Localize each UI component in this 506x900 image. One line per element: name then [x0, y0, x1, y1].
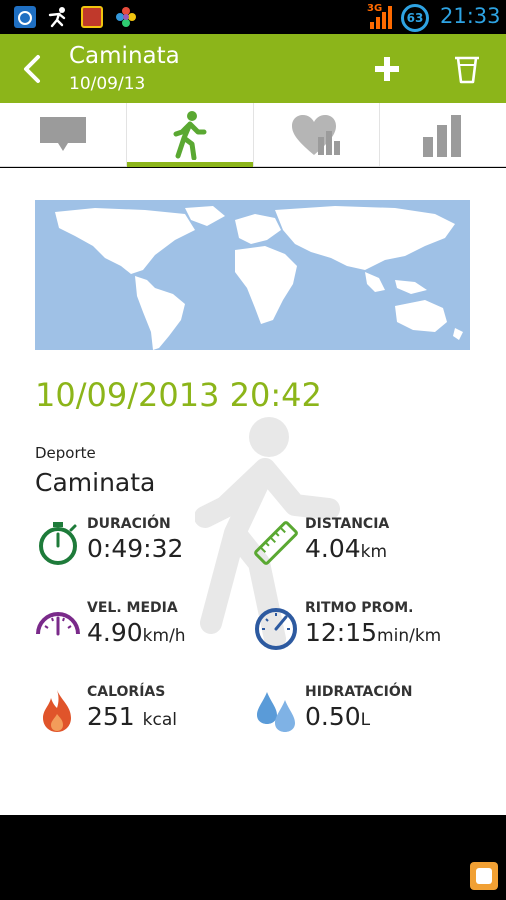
- avg-speed-label: VEL. MEDIA: [87, 600, 178, 616]
- avg-speed-value: 4.90km/h: [87, 618, 186, 647]
- flower-icon: [116, 7, 136, 27]
- pace-value: 12:15min/km: [305, 618, 442, 647]
- calories-label: CALORÍAS: [87, 684, 166, 700]
- battery-icon: 63: [401, 4, 429, 32]
- speedometer-icon: [36, 612, 80, 636]
- page-subtitle: 10/09/13: [69, 74, 146, 94]
- back-icon[interactable]: [18, 52, 48, 86]
- stat-calories: CALORÍAS 251 kcal: [35, 684, 235, 754]
- signal-icon: [370, 6, 392, 29]
- workout-detail: 10/09/2013 20:42 Deporte Caminata DURACI…: [0, 168, 506, 815]
- distance-value: 4.04km: [305, 534, 388, 563]
- ruler-icon: [254, 521, 298, 565]
- flame-icon: [43, 690, 71, 732]
- running-app-icon: [48, 7, 66, 28]
- outlook-icon: [14, 6, 36, 28]
- action-bar: Caminata 10/09/13: [0, 34, 506, 103]
- page-title: Caminata: [69, 43, 180, 69]
- walker-icon: [173, 110, 207, 160]
- stopwatch-icon: [39, 522, 77, 565]
- app-shortcut-icon[interactable]: [470, 862, 498, 890]
- sport-label: Deporte: [35, 444, 96, 462]
- tab-charts[interactable]: [380, 103, 506, 166]
- water-drops-icon: [257, 692, 295, 732]
- stat-duration: DURACIÓN 0:49:32: [35, 516, 235, 586]
- system-nav-bar: [0, 815, 506, 900]
- hydration-value: 0.50L: [305, 702, 371, 731]
- hydration-label: HIDRATACIÓN: [305, 684, 413, 700]
- speech-bubble-icon: [39, 116, 86, 151]
- stat-distance: DISTANCIA 4.04km: [253, 516, 453, 586]
- add-button[interactable]: [372, 54, 402, 84]
- tab-bar: [0, 103, 506, 167]
- game-icon: [81, 6, 103, 28]
- calories-value: 251 kcal: [87, 702, 178, 731]
- stat-pace: RITMO PROM. 12:15min/km: [253, 600, 453, 670]
- world-map: [55, 206, 463, 350]
- tab-activity[interactable]: [126, 103, 254, 167]
- gauge-icon: [255, 608, 297, 650]
- tab-comments[interactable]: [0, 103, 127, 166]
- bar-chart-icon: [423, 114, 462, 157]
- tab-heart-stats[interactable]: [254, 103, 381, 166]
- route-map[interactable]: [35, 200, 470, 350]
- heart-chart-icon: [292, 114, 341, 155]
- sport-value: Caminata: [35, 468, 156, 497]
- duration-label: DURACIÓN: [87, 516, 171, 532]
- delete-button[interactable]: [450, 52, 484, 86]
- stat-hydration: HIDRATACIÓN 0.50L: [253, 684, 453, 754]
- distance-label: DISTANCIA: [305, 516, 390, 532]
- clock: 21:33: [440, 4, 501, 28]
- stat-avg-speed: VEL. MEDIA 4.90km/h: [35, 600, 235, 670]
- pace-label: RITMO PROM.: [305, 600, 414, 616]
- workout-datetime: 10/09/2013 20:42: [35, 376, 322, 414]
- status-bar: 3G 63 21:33: [0, 0, 506, 34]
- duration-value: 0:49:32: [87, 534, 184, 563]
